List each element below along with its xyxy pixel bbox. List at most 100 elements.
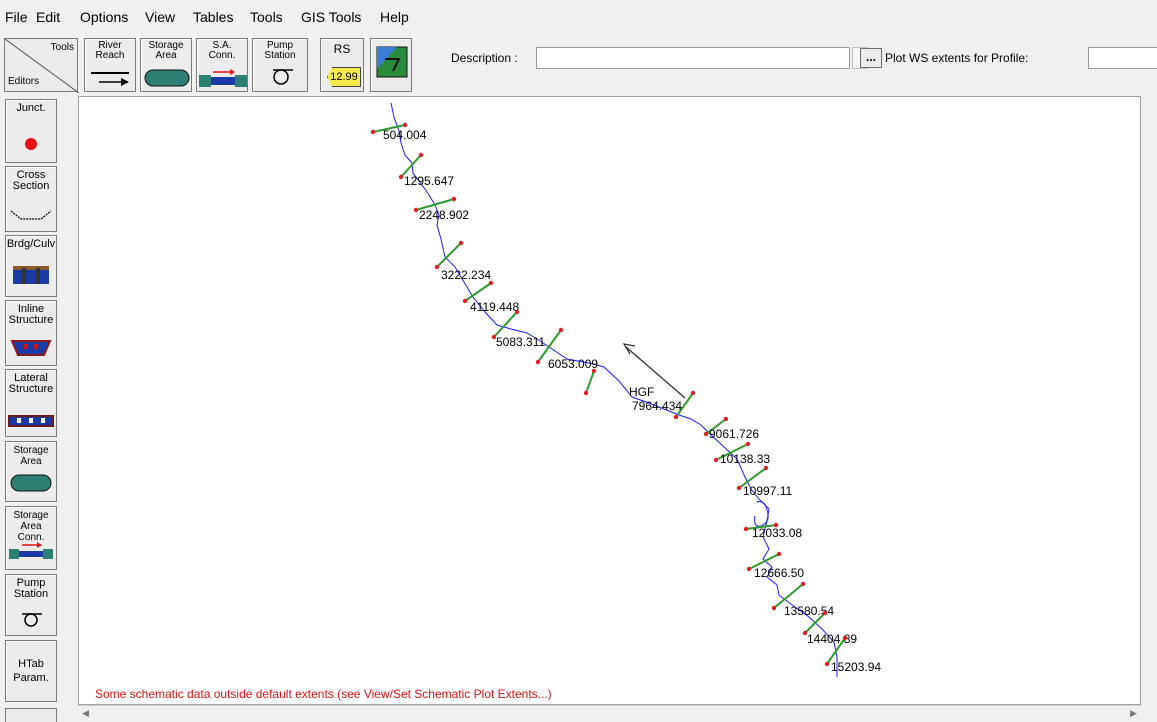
inline-structure-editor-button[interactable]: Inline Structure <box>5 300 57 366</box>
cross-section-label: 2248.902 <box>419 208 469 222</box>
menu-file[interactable]: File <box>5 9 28 25</box>
menu-tables[interactable]: Tables <box>193 9 233 25</box>
cross-section-label: 9061.726 <box>709 427 759 441</box>
map-icon <box>376 46 408 78</box>
menu-edit[interactable]: Edit <box>36 9 60 25</box>
menu-view[interactable]: View <box>145 9 175 25</box>
cross-section-bank-point <box>776 551 782 557</box>
cross-section-bank-point <box>713 457 719 463</box>
river-reach-label: HGF <box>629 385 654 399</box>
cross-section-bank-point <box>763 465 769 471</box>
description-browse-button[interactable]: ... <box>860 48 882 68</box>
storage-area-icon <box>6 473 56 498</box>
cross-section-bank-point <box>418 152 424 158</box>
tools-editors-corner: Tools Editors <box>4 38 79 93</box>
cross-section-icon <box>6 207 56 228</box>
scroll-left-icon[interactable]: ◀ <box>82 708 89 719</box>
cross-section-label: 12033.08 <box>752 526 802 540</box>
cross-section-bank-point <box>402 122 408 128</box>
htab-param-editor-button[interactable]: HTab Param. <box>5 640 57 702</box>
cross-section-bank-point <box>800 581 806 587</box>
inline-structure-label: Inline Structure <box>8 303 54 326</box>
cross-section-bank-point <box>824 661 830 667</box>
gis-map-button[interactable] <box>370 38 412 92</box>
pump-station-editor-label: Pump Station <box>13 577 49 600</box>
description-label: Description : <box>451 51 518 65</box>
cross-section-bank-point <box>822 610 828 616</box>
cross-section-label: Cross Section <box>12 169 50 192</box>
storage-area-editor-button[interactable]: Storage Area <box>5 441 57 502</box>
scroll-right-icon[interactable]: ▶ <box>1130 708 1137 719</box>
pump-station-button[interactable]: Pump Station <box>252 38 308 92</box>
river-loop <box>754 501 769 527</box>
junction-editor-button[interactable]: Junct. <box>5 99 57 163</box>
more-editors-button[interactable] <box>5 708 57 722</box>
cross-section-line[interactable] <box>493 311 518 338</box>
menu-help[interactable]: Help <box>380 9 409 25</box>
arrow-right-icon <box>91 72 129 86</box>
rs-button[interactable]: RS 12.99 <box>320 38 364 92</box>
lateral-structure-icon <box>6 414 56 433</box>
storage-area-editor-label: Storage Area <box>13 445 49 467</box>
river-reach-line[interactable] <box>390 102 838 677</box>
cross-section-bank-point <box>690 390 696 396</box>
cross-section-bank-point <box>703 431 709 437</box>
cross-section-bank-point <box>458 240 464 246</box>
bridge-culvert-editor-button[interactable]: Brdg/Culv <box>5 235 57 297</box>
menu-gis-tools[interactable]: GIS Tools <box>301 9 361 25</box>
lateral-structure-editor-button[interactable]: Lateral Structure <box>5 369 57 437</box>
tools-label: Tools <box>50 42 74 53</box>
cross-section-line[interactable] <box>464 282 492 302</box>
toolbar: Tools Editors River Reach Storage Area S… <box>0 36 1157 96</box>
cross-section-line[interactable] <box>436 242 462 268</box>
rs-value-tag: 12.99 <box>327 67 361 87</box>
cross-section-label: 3222.234 <box>441 268 491 282</box>
schematic-extents-warning: Some schematic data outside default exte… <box>95 687 552 701</box>
cross-section-bank-point <box>736 485 742 491</box>
plot-ws-profile-input[interactable] <box>1088 47 1157 69</box>
cross-section-line[interactable] <box>585 370 595 394</box>
cross-section-editor-button[interactable]: Cross Section <box>5 166 57 232</box>
horizontal-scrollbar[interactable]: ◀ ▶ <box>78 705 1141 721</box>
plot-ws-extents-label: Plot WS extents for Profile: <box>885 51 1029 65</box>
sa-conn-button[interactable]: S.A. Conn. <box>196 38 248 92</box>
pump-icon <box>6 611 56 632</box>
cross-section-bank-point <box>583 390 589 396</box>
cross-section-label: 10997.11 <box>743 484 792 498</box>
storage-area-connection-icon <box>199 69 247 87</box>
cross-section-bank-point <box>745 441 751 447</box>
inline-structure-icon <box>6 339 56 362</box>
schematic-canvas[interactable]: HGF 504.004 1295.647 2248.902 3222.234 4119.… <box>78 96 1141 705</box>
pump-icon <box>273 69 293 85</box>
lateral-structure-label: Lateral Structure <box>8 372 54 395</box>
cross-section-label: 14404.89 <box>807 632 857 646</box>
cross-section-label: 15203.94 <box>831 660 881 674</box>
cross-section-label: 6053.009 <box>548 357 598 371</box>
menu-options[interactable]: Options <box>80 9 128 25</box>
cross-section-label: 4119.448 <box>470 300 519 314</box>
pump-station-label: Pump Station <box>264 40 296 61</box>
junction-dot-icon <box>6 134 56 159</box>
storage-area-conn-label: Storage Area Conn. <box>13 510 49 543</box>
menu-bar: File Edit Options View Tables Tools GIS … <box>0 0 1157 34</box>
htab-param-label: HTab Param. <box>13 658 49 684</box>
menu-tools[interactable]: Tools <box>250 9 283 25</box>
cross-section-bank-point <box>673 414 679 420</box>
cross-section-label: 7964.434 <box>632 399 682 413</box>
pump-station-editor-button[interactable]: Pump Station <box>5 574 57 636</box>
river-reach-button[interactable]: River Reach <box>84 38 136 92</box>
cross-section-label: 10138.33 <box>720 452 770 466</box>
description-input[interactable] <box>536 47 850 69</box>
vertical-scrollbar[interactable] <box>1141 96 1157 705</box>
junction-label: Junct. <box>16 102 46 114</box>
storage-area-label: Storage Area <box>148 40 184 61</box>
river-reach-label: River Reach <box>95 40 125 61</box>
river-schematic[interactable]: HGF 504.004 1295.647 2248.902 3222.234 4119.… <box>79 97 1142 706</box>
storage-area-button[interactable]: Storage Area <box>140 38 192 92</box>
storage-area-conn-editor-button[interactable]: Storage Area Conn. <box>5 506 57 570</box>
cross-section-markers: 504.004 1295.647 2248.902 3222.234 4119.448 5… <box>370 122 881 674</box>
cross-section-bank-point <box>451 196 457 202</box>
cross-section-bank-point <box>591 368 597 374</box>
storage-area-connection-icon <box>6 541 56 566</box>
cross-section-bank-point <box>413 207 419 213</box>
